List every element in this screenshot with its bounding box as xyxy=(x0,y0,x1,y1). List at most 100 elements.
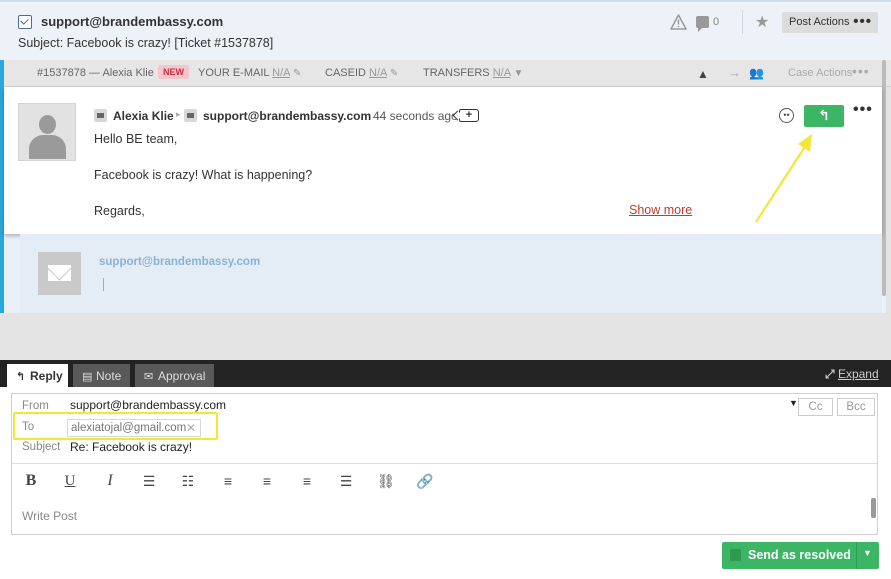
more-dots-icon[interactable]: ••• xyxy=(853,101,873,119)
field-your-email[interactable]: YOUR E-MAIL N/A ✎ xyxy=(198,67,301,79)
conversation-scrollbar[interactable] xyxy=(882,60,886,296)
send-as-resolved-button[interactable]: Send as resolved ▼ xyxy=(722,542,879,569)
chevron-down-icon[interactable]: ▼ xyxy=(513,68,523,79)
avatar-head xyxy=(39,115,56,134)
channel-title: support@brandembassy.com xyxy=(41,14,224,29)
post-actions-label: Post Actions xyxy=(789,16,850,28)
to-label: To xyxy=(22,421,35,433)
composer-tabs: ↰ Reply ▤ Note ✉ Approval ⤢ Expand xyxy=(0,360,891,387)
draft-sender: support@brandembassy.com xyxy=(99,256,261,268)
compose-scrollbar[interactable] xyxy=(871,498,876,518)
chevron-down-icon[interactable]: ▼ xyxy=(789,398,798,408)
reply-button[interactable]: ↰ xyxy=(804,105,844,127)
email-icon xyxy=(184,109,197,122)
recipient-chip[interactable]: alexiatojal@gmail.com ✕ xyxy=(67,419,201,437)
tab-label: Approval xyxy=(158,369,206,383)
message-channel[interactable]: support@brandembassy.com xyxy=(203,109,371,123)
subject-label: Subject xyxy=(22,441,61,453)
tab-approval[interactable]: ✉ Approval xyxy=(135,364,214,387)
link-icon[interactable]: 🔗 xyxy=(414,470,436,492)
subject-field[interactable]: Re: Facebook is crazy! xyxy=(70,440,192,454)
field-transfers[interactable]: TRANSFERS N/A ▼ xyxy=(423,67,523,79)
italic-icon[interactable]: I xyxy=(99,470,121,492)
more-dots-icon[interactable]: ••• xyxy=(852,63,870,79)
underline-icon[interactable]: U xyxy=(59,470,81,492)
tab-label: Reply xyxy=(30,369,63,383)
warning-icon[interactable]: ▲ xyxy=(697,67,709,81)
reply-arrow-icon: ↰ xyxy=(818,107,830,123)
expand-button[interactable]: ⤢ Expand xyxy=(825,367,879,382)
note-icon: ▤ xyxy=(82,371,93,383)
comment-icon[interactable] xyxy=(696,16,709,32)
field-label: CASEID xyxy=(325,67,366,79)
pencil-icon[interactable]: ✎ xyxy=(390,68,398,79)
warning-icon[interactable] xyxy=(670,14,687,30)
text-cursor xyxy=(103,278,104,291)
case-info-bar: #1537878 — Alexia Klie NEW YOUR E-MAIL N… xyxy=(0,60,891,87)
avatar[interactable] xyxy=(18,103,76,161)
avatar-body xyxy=(29,135,66,159)
pencil-icon[interactable]: ✎ xyxy=(293,68,301,79)
button-divider xyxy=(856,542,857,569)
field-label: TRANSFERS xyxy=(423,67,490,79)
status-badge: NEW xyxy=(158,65,189,79)
message-author[interactable]: Alexia Klie xyxy=(113,109,174,123)
email-channel-icon xyxy=(18,15,32,29)
reply-icon: ↰ xyxy=(16,371,26,383)
add-tag-icon[interactable]: + xyxy=(459,109,479,122)
comment-count: 0 xyxy=(713,16,720,28)
star-icon[interactable]: ★ xyxy=(755,12,769,32)
message-line: Hello BE team, xyxy=(94,132,178,146)
chevron-right-icon: ▸ xyxy=(176,109,181,119)
align-right-icon[interactable]: ≡ xyxy=(296,470,318,492)
align-justify-icon[interactable]: ☰ xyxy=(335,470,357,492)
message-timestamp: 44 seconds ago xyxy=(373,109,458,123)
transfer-arrow-icon[interactable]: → xyxy=(728,65,741,80)
formatting-toolbar: B U I ☰ ☷ ≡ ≡ ≡ ☰ ⛓ 🔗 xyxy=(12,470,512,494)
approval-icon: ✉ xyxy=(144,371,154,383)
cc-button[interactable]: Cc xyxy=(798,398,833,416)
message-card: Alexia Klie ▸ support@brandembassy.com 4… xyxy=(4,87,882,234)
field-label: YOUR E-MAIL xyxy=(198,67,270,79)
unlink-icon[interactable]: ⛓ xyxy=(375,470,397,492)
field-value[interactable]: N/A xyxy=(272,67,290,79)
field-value[interactable]: N/A xyxy=(493,67,511,79)
expand-icon: ⤢ xyxy=(825,367,835,381)
smiley-icon[interactable]: •• xyxy=(779,108,794,123)
from-select[interactable]: support@brandembassy.com xyxy=(70,398,226,412)
composer-panel: From support@brandembassy.com ▼ Cc Bcc T… xyxy=(0,387,891,579)
post-actions-button[interactable]: Post Actions ••• xyxy=(782,12,878,33)
draft-reply: support@brandembassy.com xyxy=(20,234,882,313)
ticket-subject: Subject: Facebook is crazy! [Ticket #153… xyxy=(18,36,274,50)
align-center-icon[interactable]: ≡ xyxy=(256,470,278,492)
bold-icon[interactable]: B xyxy=(20,470,42,492)
close-icon[interactable]: ✕ xyxy=(186,421,196,435)
chevron-down-icon[interactable]: ▼ xyxy=(863,548,872,558)
align-left-icon[interactable]: ≡ xyxy=(217,470,239,492)
ticket-header: support@brandembassy.com Subject: Facebo… xyxy=(0,0,891,60)
field-value[interactable]: N/A xyxy=(369,67,387,79)
bcc-button[interactable]: Bcc xyxy=(837,398,875,416)
recipient-email: alexiatojal@gmail.com xyxy=(71,422,187,434)
compose-box: From support@brandembassy.com ▼ Cc Bcc T… xyxy=(11,393,878,535)
case-ticket-id[interactable]: #1537878 — Alexia Klie xyxy=(37,67,154,79)
tab-reply[interactable]: ↰ Reply xyxy=(7,364,68,387)
from-label: From xyxy=(22,400,49,412)
show-more-link[interactable]: Show more xyxy=(629,203,692,217)
case-actions-button[interactable]: Case Actions xyxy=(788,67,852,79)
header-divider xyxy=(742,10,743,34)
email-icon xyxy=(94,109,107,122)
users-icon[interactable]: 👥 xyxy=(749,66,764,80)
numbered-list-icon[interactable]: ☷ xyxy=(177,470,199,492)
envelope-icon xyxy=(38,252,81,295)
tab-note[interactable]: ▤ Note xyxy=(73,364,130,387)
post-textarea[interactable]: Write Post xyxy=(22,509,77,523)
bullet-list-icon[interactable]: ☰ xyxy=(138,470,160,492)
field-caseid[interactable]: CASEID N/A ✎ xyxy=(325,67,398,79)
send-label: Send as resolved xyxy=(748,548,851,562)
divider xyxy=(12,463,877,464)
expand-label: Expand xyxy=(837,367,879,381)
resolved-checkbox-icon xyxy=(730,549,741,561)
message-line: Facebook is crazy! What is happening? xyxy=(94,168,313,182)
message-line: Regards, xyxy=(94,204,145,218)
